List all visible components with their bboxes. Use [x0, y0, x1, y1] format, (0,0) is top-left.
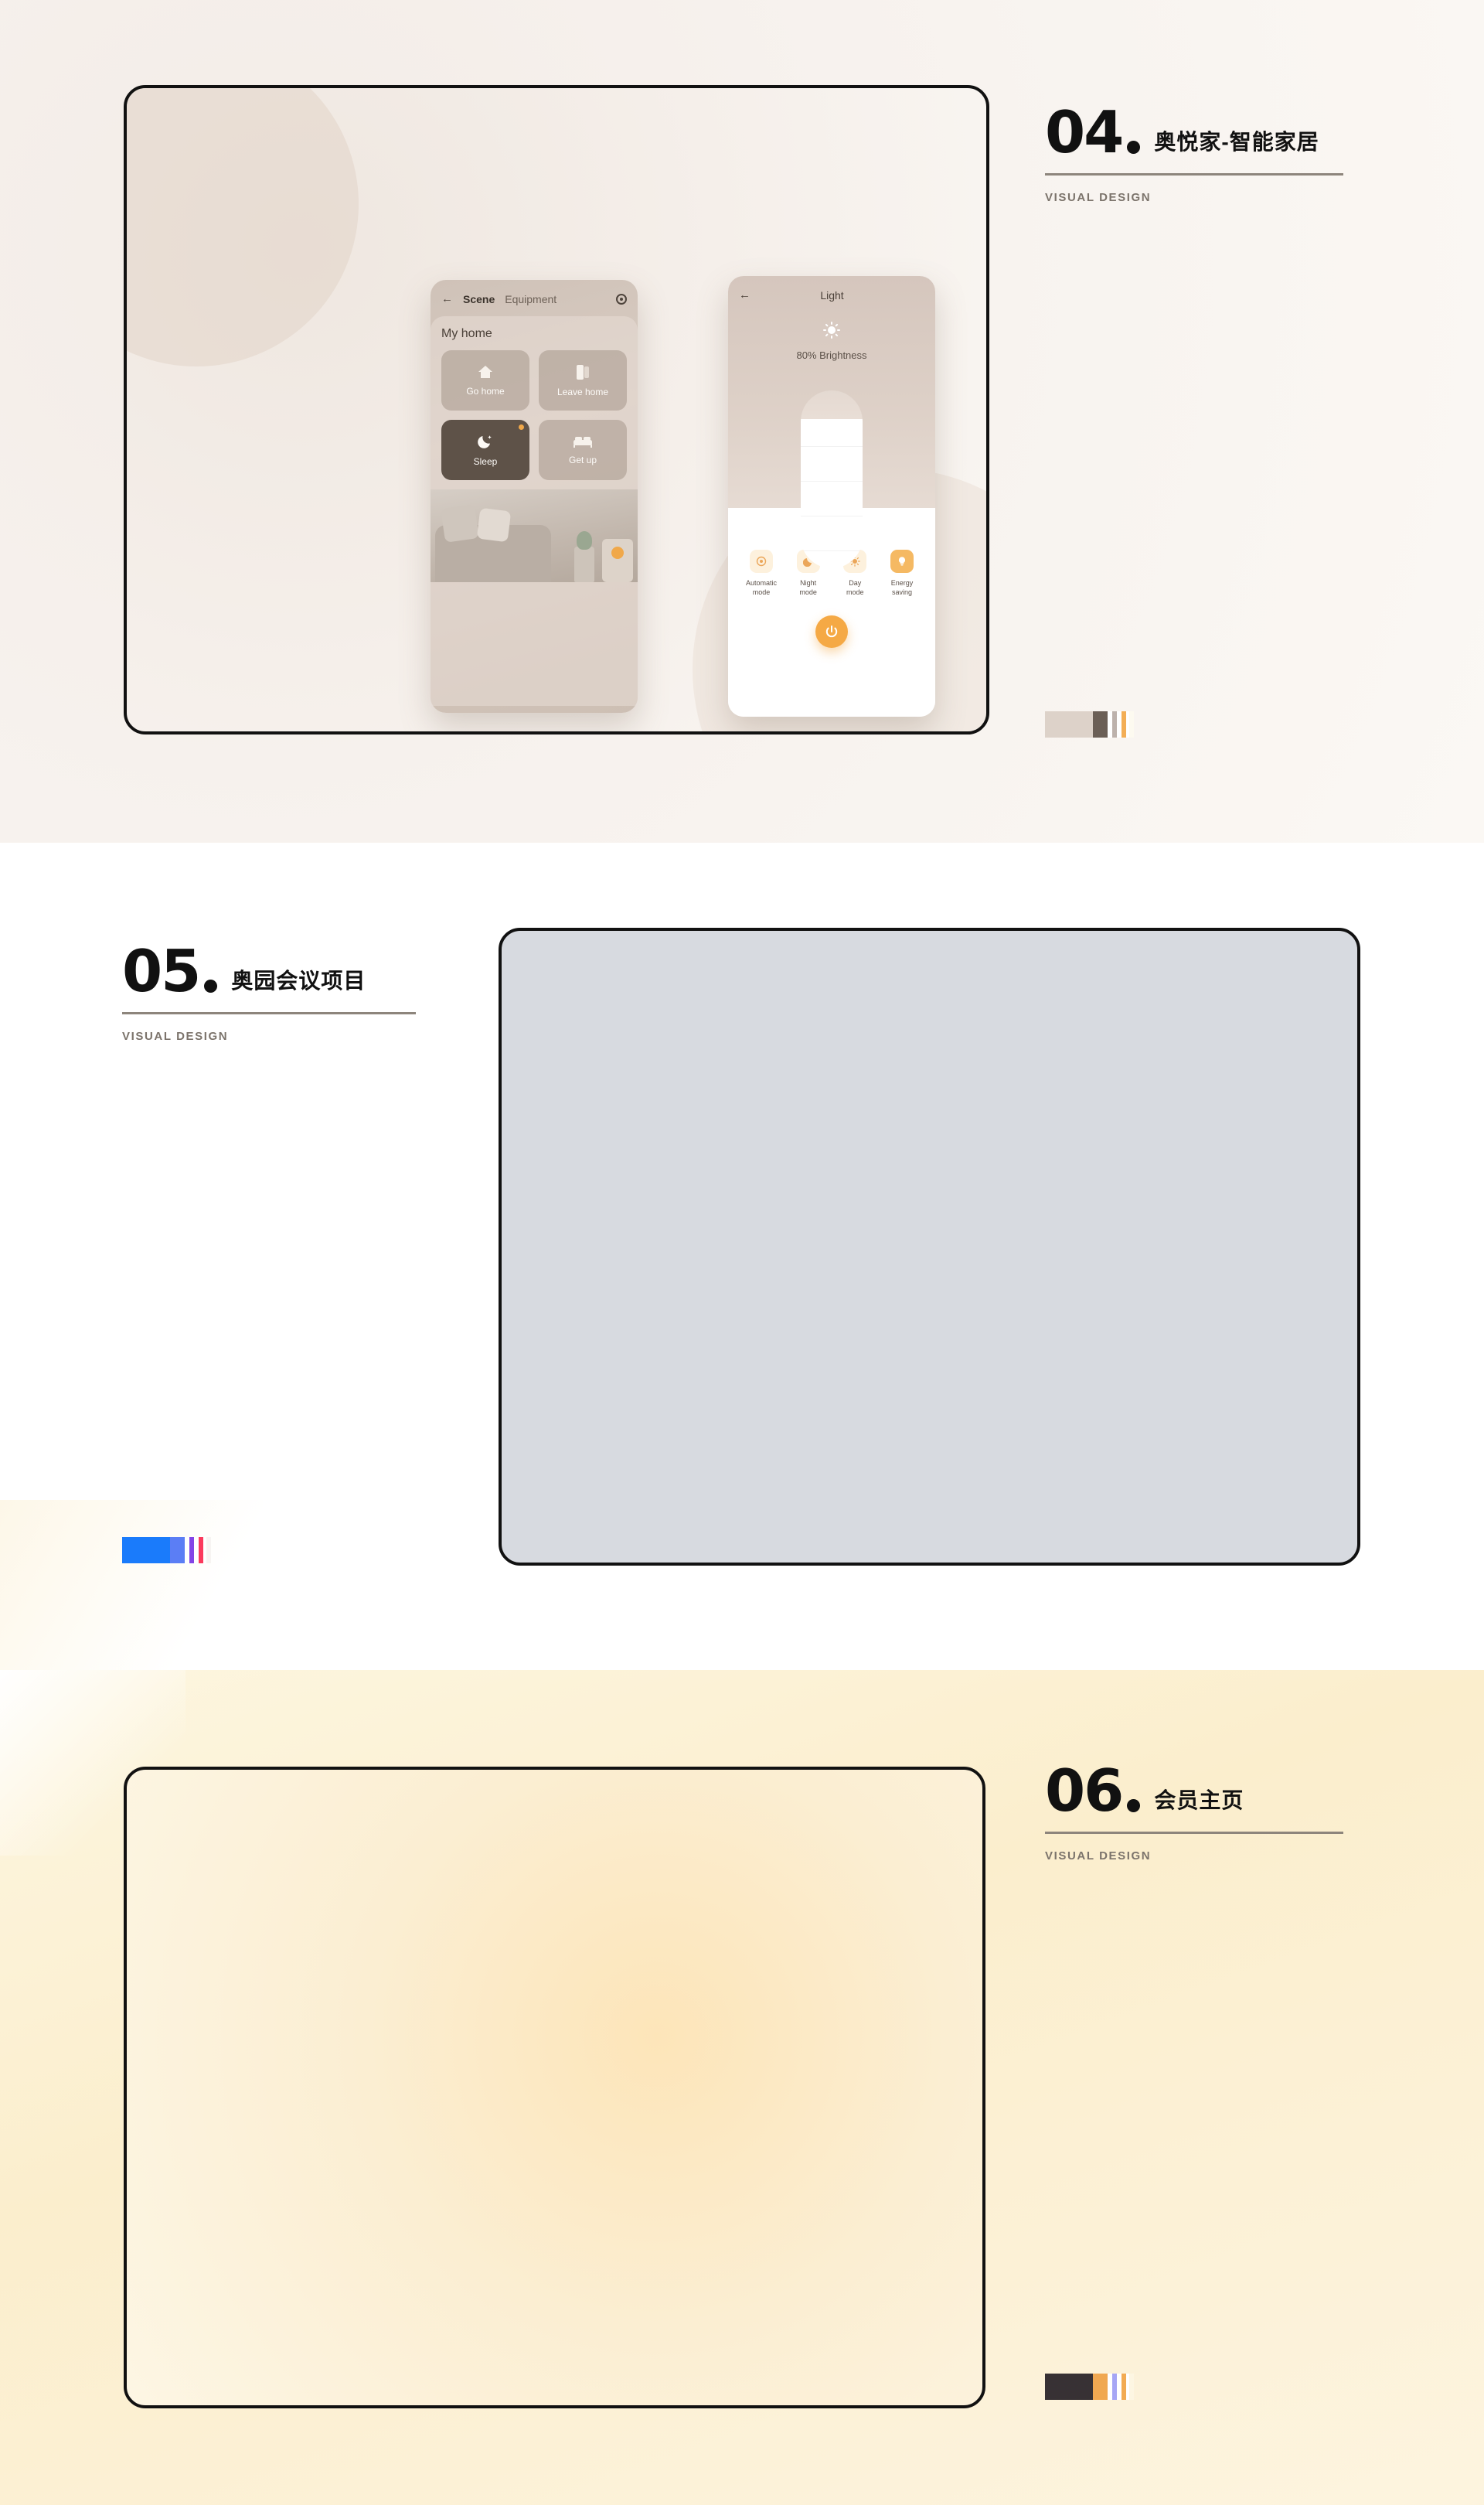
mode-label-line1: Automatic [745, 579, 778, 587]
section-05-header: 05 奥园会议项目 VISUAL DESIGN [122, 937, 416, 1043]
scene-section-title: My home [441, 327, 492, 340]
section-05-number: 05 [122, 937, 201, 1005]
tile-label: Leave home [556, 386, 609, 397]
tile-label: Sleep [473, 456, 498, 467]
meeting-mockup-frame: Dec, 29 Monday Distance starts ••• 00：03… [499, 928, 1360, 1566]
smart-home-light-phone: ← Light 80% Brightness Automatic mode Ni… [728, 276, 935, 717]
light-top: ← Light 80% Brightness [728, 276, 935, 568]
scene-tile-get-up[interactable]: Get up [539, 420, 627, 480]
tile-label: Go home [466, 386, 505, 397]
section-06-subtitle: VISUAL DESIGN [1045, 1849, 1152, 1863]
scene-tile-grid: Go home Leave home Sleep Get up [441, 350, 627, 480]
vip-mockup-frame: 墨橙蓝同学 👑 尊享会员卡 尽享全年违章、路费、加油特权 立即使用 会员专享 5… [124, 1767, 985, 2408]
mode-energy-saving[interactable]: Energy saving [881, 550, 923, 597]
section-06-title: 会员主页 [1154, 1788, 1244, 1812]
mode-label-line2: mode [846, 588, 864, 597]
section-06-rule [1045, 1831, 1343, 1834]
mode-label-line2: mode [752, 588, 771, 597]
bulb-icon [890, 550, 914, 573]
section-04-number: 04 [1045, 98, 1124, 166]
gear-icon[interactable] [616, 293, 627, 305]
section-04-header: 04 奥悦家-智能家居 VISUAL DESIGN [1045, 98, 1343, 204]
mode-label-line2: saving [891, 588, 912, 597]
section-06-number: 06 [1045, 1757, 1124, 1825]
section-06-swatches [1045, 2374, 1134, 2400]
section-05-dot [204, 979, 218, 993]
smart-home-mockup-frame: ← Scene Equipment My home Go home Leave … [124, 85, 989, 734]
section-05-title: 奥园会议项目 [231, 968, 366, 993]
tab-scene[interactable]: Scene [461, 293, 496, 307]
scene-body: My home Go home Leave home Sleep Get up [431, 316, 638, 706]
mode-label-line1: Night [800, 579, 817, 587]
room-photo [431, 489, 638, 582]
mode-label-line1: Day [849, 579, 862, 587]
section-05-swatches [122, 1537, 211, 1563]
section-05-rule [122, 1011, 416, 1014]
arrow-left-icon[interactable]: ← [441, 292, 453, 305]
section-06-header: 06 会员主页 VISUAL DESIGN [1045, 1757, 1343, 1863]
section-04-rule [1045, 172, 1343, 176]
section-06-dot [1127, 1798, 1141, 1812]
smart-home-scene-phone: ← Scene Equipment My home Go home Leave … [431, 280, 638, 713]
tile-label: Get up [568, 454, 597, 465]
scene-tile-go-home[interactable]: Go home [441, 350, 529, 411]
mode-label-line1: Energy [890, 579, 914, 587]
auto-icon [750, 550, 773, 573]
light-navbar: ← Light [739, 288, 924, 302]
section-04-title: 奥悦家-智能家居 [1154, 129, 1319, 154]
tab-equipment[interactable]: Equipment [505, 293, 556, 305]
brightness-label: 80% Brightness [796, 349, 867, 361]
brightness-slider[interactable] [801, 390, 863, 568]
bed-icon [573, 435, 593, 448]
door-icon [576, 364, 590, 380]
section-06-title-line: 06 会员主页 [1045, 1757, 1343, 1825]
status-badge [519, 424, 524, 430]
home-icon [477, 364, 494, 380]
section-04-swatches [1045, 711, 1134, 738]
light-title: Light [820, 288, 844, 302]
sun-icon [823, 322, 840, 339]
scene-tile-sleep[interactable]: Sleep [441, 420, 529, 480]
scene-topbar: ← Scene Equipment [431, 280, 638, 313]
section-04-title-line: 04 奥悦家-智能家居 [1045, 98, 1343, 166]
section-05-title-line: 05 奥园会议项目 [122, 937, 416, 1005]
moon-icon [477, 433, 494, 450]
power-icon[interactable] [815, 615, 848, 649]
scene-tile-leave-home[interactable]: Leave home [539, 350, 627, 411]
mode-label-line2: mode [799, 588, 817, 597]
section-05-subtitle: VISUAL DESIGN [122, 1029, 229, 1043]
mode-automatic[interactable]: Automatic mode [740, 550, 782, 597]
section-04-dot [1127, 140, 1141, 154]
section-04-subtitle: VISUAL DESIGN [1045, 190, 1152, 204]
